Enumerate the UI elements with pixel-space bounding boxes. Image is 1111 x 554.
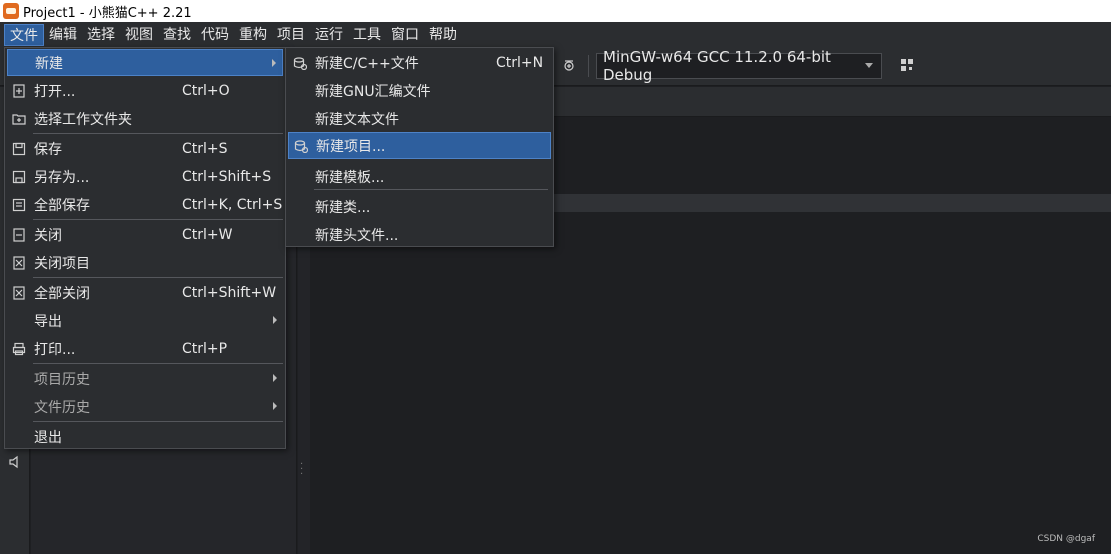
new-project-icon [293, 138, 309, 154]
menu-window[interactable]: 窗口 [386, 24, 424, 46]
menu-item-new-header[interactable]: 新建头文件... [288, 221, 551, 248]
menu-code[interactable]: 代码 [196, 24, 234, 46]
splitter-handle[interactable]: · · · [300, 460, 304, 480]
menu-item-save-all[interactable]: 全部保存 Ctrl+K, Ctrl+S [7, 191, 283, 218]
menu-item-new-cpp-file[interactable]: 新建C/C++文件 Ctrl+N [288, 49, 551, 76]
menu-refactor[interactable]: 重构 [234, 24, 272, 46]
menu-help[interactable]: 帮助 [424, 24, 462, 46]
save-all-icon [11, 197, 27, 213]
menu-divider [33, 219, 283, 220]
close-project-icon [11, 255, 27, 271]
menu-item-save[interactable]: 保存 Ctrl+S [7, 135, 283, 162]
menu-divider [33, 363, 283, 364]
menu-item-new-project[interactable]: 新建项目... [288, 132, 551, 159]
compiler-select-value: MinGW-w64 GCC 11.2.0 64-bit Debug [603, 48, 831, 84]
menu-item-project-history[interactable]: 项目历史 [7, 365, 283, 392]
current-line-highlight [553, 194, 1111, 212]
compiler-select[interactable]: MinGW-w64 GCC 11.2.0 64-bit Debug [596, 48, 882, 84]
folder-icon [11, 111, 27, 127]
menu-item-file-history[interactable]: 文件历史 [7, 393, 283, 420]
menu-run[interactable]: 运行 [310, 24, 348, 46]
save-icon [11, 141, 27, 157]
menu-item-choose-folder[interactable]: 选择工作文件夹 [7, 105, 283, 132]
new-submenu: 新建C/C++文件 Ctrl+N 新建GNU汇编文件 新建文本文件 新建项目..… [285, 47, 554, 247]
menu-item-print[interactable]: 打印... Ctrl+P [7, 335, 283, 362]
submenu-arrow-icon [273, 402, 277, 410]
title-bar: Project1 - 小熊猫C++ 2.21 [0, 0, 1111, 22]
open-file-icon [11, 83, 27, 99]
chevron-down-icon [865, 63, 873, 68]
menu-item-new-class[interactable]: 新建类... [288, 193, 551, 220]
menu-item-open[interactable]: 打开... Ctrl+O [7, 77, 283, 104]
menu-item-new-template[interactable]: 新建模板... [288, 163, 551, 190]
menu-divider [33, 421, 283, 422]
new-file-icon [292, 55, 308, 71]
menu-view[interactable]: 视图 [120, 24, 158, 46]
menu-divider [314, 189, 548, 190]
file-menu: 新建 打开... Ctrl+O 选择工作文件夹 保存 Ctrl+S 另存为...… [4, 47, 286, 449]
menu-item-export[interactable]: 导出 [7, 307, 283, 334]
menu-edit[interactable]: 编辑 [44, 24, 82, 46]
menu-item-save-as[interactable]: 另存为... Ctrl+Shift+S [7, 163, 283, 190]
menu-divider [33, 133, 283, 134]
menu-item-new[interactable]: 新建 [7, 49, 283, 76]
print-icon [11, 341, 27, 357]
menu-item-close-all[interactable]: 全部关闭 Ctrl+Shift+W [7, 279, 283, 306]
debug-tool-icon[interactable] [560, 58, 578, 76]
window-title: Project1 - 小熊猫C++ 2.21 [23, 5, 192, 21]
submenu-arrow-icon [272, 59, 276, 67]
close-file-icon [11, 227, 27, 243]
menu-item-exit[interactable]: 退出 [7, 423, 283, 450]
compiler-options-icon[interactable] [898, 58, 916, 76]
watermark: CSDN @dgaf [1037, 534, 1095, 544]
app-logo-icon [3, 3, 19, 19]
submenu-arrow-icon [273, 316, 277, 324]
menu-bar: 文件 编辑 选择 视图 查找 代码 重构 项目 运行 工具 窗口 帮助 [0, 22, 1111, 48]
menu-file[interactable]: 文件 [4, 24, 44, 46]
toolbar-separator [588, 55, 589, 77]
menu-search[interactable]: 查找 [158, 24, 196, 46]
menu-select[interactable]: 选择 [82, 24, 120, 46]
menu-item-new-asm-file[interactable]: 新建GNU汇编文件 [288, 77, 551, 104]
menu-item-new-text-file[interactable]: 新建文本文件 [288, 105, 551, 132]
menu-item-close[interactable]: 关闭 Ctrl+W [7, 221, 283, 248]
submenu-arrow-icon [273, 374, 277, 382]
menu-divider [33, 277, 283, 278]
save-as-icon [11, 169, 27, 185]
menu-item-close-project[interactable]: 关闭项目 [7, 249, 283, 276]
menu-tools[interactable]: 工具 [348, 24, 386, 46]
speaker-icon[interactable] [8, 455, 22, 469]
menu-project[interactable]: 项目 [272, 24, 310, 46]
close-all-icon [11, 285, 27, 301]
